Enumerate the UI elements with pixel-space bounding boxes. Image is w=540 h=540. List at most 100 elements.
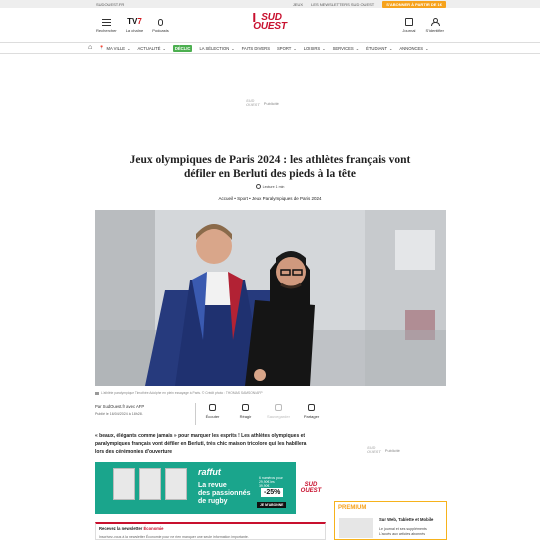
main-navigation: ⌂ 📍 MA VILLE ⌄ ACTUALITÉ ⌄ DÉCLIC LA SÉLECT… [0, 42, 540, 54]
chevron-down-icon: ⌄ [355, 45, 360, 51]
magazine-cover [113, 468, 135, 500]
article-photo [95, 210, 446, 386]
newspapers-image [339, 518, 373, 538]
magazine-cover [139, 468, 161, 500]
listen-button[interactable]: Écouter [196, 403, 229, 425]
nav-item-actualite[interactable]: ACTUALITÉ ⌄ [137, 46, 165, 51]
nav-item-selection[interactable]: LA SÉLECTION ⌄ [199, 46, 234, 51]
nav-item-sport[interactable]: SPORT ⌄ [277, 46, 297, 51]
chevron-down-icon: ⌄ [389, 45, 393, 51]
header-left-tools: Rechercher TV7 La chaîne Podcasts [96, 17, 169, 33]
journal-button[interactable]: Journal [402, 17, 416, 33]
photo-caption: L'athlète paralympique Timothée Adolphe … [95, 391, 263, 395]
chevron-down-icon: ⌄ [293, 45, 297, 51]
premium-title: Sur Web, Tablette et Mobile [379, 517, 434, 522]
home-icon[interactable]: ⌂ [88, 44, 92, 51]
raffut-logo: raffut [198, 467, 221, 477]
speech-bubble-icon [242, 404, 249, 411]
logo-line-2: OUEST [253, 21, 287, 32]
nav-item-etudiant[interactable]: ÉTUDIANT ⌄ [366, 46, 392, 51]
site-link[interactable]: SUDOUEST.FR [96, 2, 124, 7]
headphones-icon [209, 404, 216, 411]
podcasts-button[interactable]: Podcasts [152, 19, 169, 33]
nav-label: ANNONCES [399, 45, 424, 51]
top-links: JEUX LES NEWSLETTERS SUD OUEST S'ABONNER… [293, 0, 446, 8]
reading-time-label: Lecture 1 min [262, 184, 285, 189]
ad-logo: SUD OUEST [246, 98, 260, 107]
comment-button[interactable]: Réagir [229, 403, 262, 425]
nav-label: MA VILLE [106, 45, 126, 51]
author: Par SudOuest.fr avec AFP [95, 404, 145, 409]
newsletter-box: Recevez la newsletter Économie Inscrivez… [95, 522, 326, 540]
caption-text: L'athlète paralympique Timothée Adolphe … [101, 391, 263, 395]
article-title: Jeux olympiques de Paris 2024 : les athl… [129, 154, 411, 180]
article-actions: Écouter Réagir Sauvegarder Partager [195, 403, 328, 425]
top-utility-bar: SUDOUEST.FR JEUX LES NEWSLETTERS SUD OUE… [0, 0, 540, 8]
nav-label: ÉTUDIANT [366, 45, 387, 51]
save-button[interactable]: Sauvegarder [262, 403, 295, 425]
location-pin-icon: 📍 [99, 45, 105, 50]
nav-label: FAITS DIVERS [241, 45, 270, 51]
share-button[interactable]: Partager [295, 403, 328, 425]
chevron-down-icon: ⌄ [425, 45, 429, 51]
breadcrumb[interactable]: Accueil • Sport • Jeux Paralympiques de … [0, 196, 540, 201]
nav-label: LOISIRS [303, 45, 321, 51]
publish-date: Publié le 16/04/2024 à 18h28. [95, 412, 143, 416]
newsletters-link[interactable]: LES NEWSLETTERS SUD OUEST [311, 2, 374, 7]
chevron-down-icon: ⌄ [127, 45, 131, 51]
site-header: Rechercher TV7 La chaîne Podcasts SUD OU… [0, 8, 540, 42]
share-arrow-icon [308, 404, 315, 411]
user-icon [431, 17, 441, 26]
banner-sudouest-logo: SUD OUEST [296, 462, 326, 514]
newsletter-desc: Inscrivez-vous à la newsletter Économie … [99, 535, 249, 539]
action-label: Écouter [205, 414, 220, 419]
photo-illustration [95, 210, 446, 386]
newsletter-title: Recevez la newsletter Économie [99, 526, 164, 531]
nav-label: ACTUALITÉ [137, 45, 161, 51]
login-label: S'identifier [425, 27, 444, 33]
byline: Par SudOuest.fr avec AFP Publié le 16/04… [95, 404, 144, 416]
search-menu-button[interactable]: Rechercher [96, 19, 117, 33]
ad-placeholder-top: SUD OUEST Publicité [246, 99, 279, 107]
premium-desc: Le journal et ses suppléments L'accès au… [379, 527, 427, 536]
nav-item-services[interactable]: SERVICES ⌄ [333, 46, 359, 51]
site-logo[interactable]: SUD OUEST [253, 13, 287, 32]
microphone-icon [157, 19, 163, 26]
chevron-down-icon: ⌄ [322, 45, 326, 51]
ad-label: Publicité [263, 100, 279, 106]
nav-item-declic[interactable]: DÉCLIC [172, 44, 193, 52]
nav-item-loisirs[interactable]: LOISIRS ⌄ [304, 46, 326, 51]
nav-item-annonces[interactable]: ANNONCES ⌄ [399, 46, 428, 51]
action-label: Sauvegarder [267, 414, 290, 419]
subscribe-button[interactable]: S'ABONNER À PARTIR DE 1€ [382, 0, 446, 8]
tv7-logo: TV7 [127, 17, 142, 26]
journal-label: Journal [402, 27, 416, 33]
raffut-promo-banner[interactable]: raffut La revue des passionnés de rugby … [95, 462, 326, 514]
premium-box[interactable]: PREMIUM Sur Web, Tablette et Mobile Le j… [334, 501, 447, 540]
newspaper-icon [404, 17, 413, 26]
podcasts-label: Podcasts [152, 28, 169, 33]
action-label: Partager [303, 414, 320, 419]
ad-placeholder-side: SUD OUEST Publicité [367, 446, 400, 454]
premium-label: PREMIUM [338, 505, 367, 511]
ad-label: Publicité [384, 447, 400, 453]
ad-logo: SUD OUEST [367, 445, 381, 454]
magazine-cover [165, 468, 187, 500]
nav-item-ma-ville[interactable]: 📍 MA VILLE ⌄ [99, 45, 130, 51]
clock-icon [255, 184, 261, 189]
nav-label: SPORT [276, 45, 292, 51]
chevron-down-icon: ⌄ [231, 45, 235, 51]
nav-label: SERVICES [332, 45, 354, 51]
search-label: Rechercher [96, 28, 117, 33]
article-lead: « beaux, élégants comme jamais » pour ma… [95, 433, 307, 455]
offer-text: 6 numéros pour 29,90€ les 39,90€ [259, 476, 283, 488]
games-link[interactable]: JEUX [293, 2, 303, 7]
tv7-button[interactable]: TV7 La chaîne [126, 17, 144, 33]
tv7-label: La chaîne [125, 28, 144, 33]
chevron-down-icon: ⌄ [162, 45, 166, 51]
menu-icon [101, 19, 111, 26]
login-button[interactable]: S'identifier [425, 17, 444, 33]
nav-item-faits-divers[interactable]: FAITS DIVERS [242, 46, 270, 51]
bookmark-icon [275, 404, 282, 411]
subscribe-cta[interactable]: JE M'ABONNE [257, 502, 287, 508]
